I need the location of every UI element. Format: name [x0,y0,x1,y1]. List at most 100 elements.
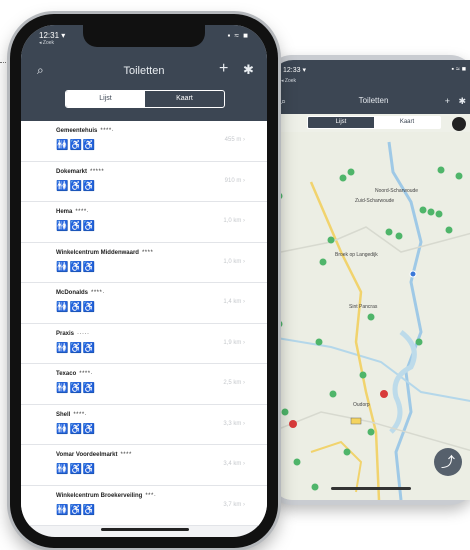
tab-list[interactable]: Lijst [66,91,145,107]
baby-change-icon: ♿ [69,180,82,192]
toilet-marker[interactable] [339,174,347,182]
facility-icons: 🚻 ♿ ♿ [56,343,95,355]
list-item[interactable]: Hema ****· 🚻 ♿ ♿ 1,0 km › [21,202,267,243]
toilet-list: Gemeentehuis ****· 🚻 ♿ ♿ 455 m › Dokemarkt *… [21,121,267,526]
list-item[interactable]: Shell ****· 🚻 ♿ ♿ 3,3 km › [21,404,267,445]
toilet-marker[interactable] [395,232,403,240]
rating-stars: ····· [77,330,90,337]
distance: 1,4 km › [223,299,245,305]
list-item[interactable]: Winkelcentrum Middenwaard **** 🚻 ♿ ♿ 1,0 km… [21,242,267,283]
baby-change-icon: ♿ [69,261,82,273]
gear-icon[interactable]: ✱ [243,62,254,78]
header: 12:31 ▾ ◂ Zoek ▪ ≈ ■ ⌕ Toiletten + ✱ Lij… [21,25,267,121]
toilet-marker[interactable] [311,483,319,491]
distance: 1,0 km › [223,258,245,265]
status-time: 12:33 ▾ [283,67,306,74]
toilet-marker[interactable] [359,371,367,379]
baby-change-icon: ♿ [69,221,82,232]
tab-map[interactable]: Kaart [374,117,440,128]
list-item[interactable]: Gemeentehuis ****· 🚻 ♿ ♿ 455 m › [21,121,267,162]
item-title: Gemeentehuis [56,128,98,134]
toilet-icon: 🚻 [56,140,69,151]
list-item[interactable]: Winkelcentrum Broekerveiling ***· 🚻 ♿ ♿ 3,7… [21,485,267,526]
toilet-marker[interactable] [437,166,445,174]
toilet-marker[interactable] [343,448,351,456]
distance: 2,5 km › [223,380,245,386]
toilet-icon: 🚻 [56,261,69,273]
toilet-icon: 🚻 [56,423,69,435]
wheelchair-icon: ♿ [82,180,96,192]
rating-stars: **** [120,452,132,458]
list-item[interactable]: Vomar Voordeelmarkt **** 🚻 ♿ ♿ 3,4 km › [21,445,267,486]
baby-change-icon: ♿ [69,140,82,151]
wheelchair-icon: ♿ [82,423,96,435]
map-label: Oudorp [353,402,370,408]
share-icon[interactable]: ⤴ [434,448,462,476]
toilet-marker[interactable] [327,236,335,244]
map-view[interactable] [271,132,470,500]
list-item[interactable]: Texaco ****· 🚻 ♿ ♿ 2,5 km › [21,364,267,405]
toilet-marker[interactable] [455,172,463,180]
toilet-marker[interactable] [319,258,327,266]
item-title: McDonalds [56,290,89,296]
toilet-marker[interactable] [385,228,393,236]
item-name: Winkelcentrum Middenwaard **** [56,250,153,256]
wheelchair-icon: ♿ [82,504,96,516]
toilet-marker[interactable] [367,428,375,436]
tab-list[interactable]: Lijst [308,117,374,128]
status-bar: 12:33 ▾ ▪ ≈ ■ [271,60,470,92]
plus-icon[interactable]: + [445,96,450,106]
tab-map[interactable]: Kaart [145,91,224,107]
list-item[interactable]: McDonalds ****· 🚻 ♿ ♿ 1,4 km › [21,283,267,324]
toilet-marker[interactable] [293,458,301,466]
facility-icons: 🚻 ♿ ♿ [56,424,95,436]
toilet-icon: 🚻 [56,180,69,192]
page-title: Toiletten [358,96,389,105]
list-screen: 12:31 ▾ ◂ Zoek ▪ ≈ ■ ⌕ Toiletten + ✱ Lij… [21,25,267,537]
plus-icon[interactable]: + [219,60,228,78]
toilet-marker[interactable] [315,338,323,346]
distance: 3,7 km › [223,501,245,508]
toilet-marker[interactable] [347,168,355,176]
rating-stars: ****· [75,209,90,215]
info-button[interactable] [452,117,466,131]
toilet-marker[interactable] [329,390,337,398]
distance: 1,9 km › [223,339,245,346]
toilet-marker[interactable] [367,313,375,321]
promo-screenshot: 12:33 ▾ ▪ ≈ ■ ◂ Zoek ⌕ Toiletten + ✱ Lij… [0,0,470,550]
facility-icons: 🚻 ♿ ♿ [56,140,95,152]
baby-change-icon: ♿ [69,423,82,435]
map-phone: 12:33 ▾ ▪ ≈ ■ ◂ Zoek ⌕ Toiletten + ✱ Lij… [266,55,470,505]
signal-icons: ▪ ≈ ■ [451,66,466,73]
gear-icon[interactable]: ✱ [458,96,466,107]
back-to-app[interactable]: ◂ Zoek [39,40,54,46]
rating-stars: ****· [73,411,88,418]
toilet-icon: 🚻 [56,464,69,475]
item-name: Texaco ****· [56,371,93,377]
toilet-icon: 🚻 [56,383,69,394]
toilet-marker[interactable] [435,210,443,218]
wheelchair-icon: ♿ [82,221,96,232]
toilet-marker[interactable] [415,338,423,346]
list-item[interactable]: Dokemarkt ***** 🚻 ♿ ♿ 910 m › [21,161,267,202]
rating-stars: ***** [90,168,105,175]
distance: 455 m › [224,137,245,143]
item-name: Gemeentehuis ****· [56,128,114,134]
selected-marker[interactable] [380,390,388,398]
facility-icons: 🚻 ♿ ♿ [56,221,95,233]
item-title: Praxis [56,330,75,337]
rating-stars: ****· [79,371,94,377]
toilet-marker[interactable] [419,206,427,214]
baby-change-icon: ♿ [69,504,82,516]
map-label: Sint Pancras [349,304,378,310]
rating-stars: **** [141,249,154,256]
selected-marker[interactable] [289,420,297,428]
back-to-app[interactable]: ◂ Zoek [281,78,296,84]
facility-icons: 🚻 ♿ ♿ [56,181,95,193]
toilet-marker[interactable] [445,226,453,234]
toilet-marker[interactable] [281,408,289,416]
facility-icons: 🚻 ♿ ♿ [56,464,95,476]
toilet-marker[interactable] [427,208,435,216]
list-item[interactable]: Praxis ····· 🚻 ♿ ♿ 1,9 km › [21,323,267,364]
item-name: Vomar Voordeelmarkt **** [56,452,132,458]
